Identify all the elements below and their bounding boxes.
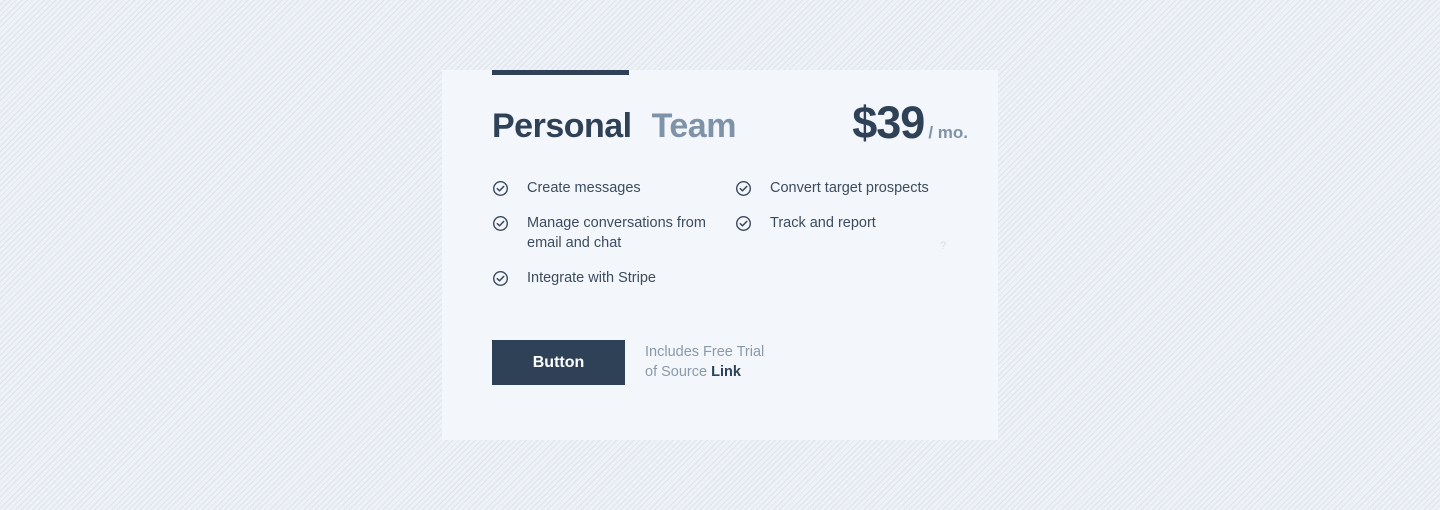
- feature-item: Track and report: [735, 213, 955, 233]
- trial-text-line2: of Source: [645, 364, 708, 380]
- feature-item: Convert target prospects: [735, 178, 955, 198]
- pricing-card: Personal Team $39 / mo. Create messages …: [442, 70, 998, 440]
- trial-text-line1: Includes Free Trial: [645, 344, 765, 360]
- source-link[interactable]: Link: [711, 364, 741, 380]
- feature-column-right: Convert target prospects Track and repor…: [735, 178, 955, 248]
- tab-personal[interactable]: Personal: [492, 106, 632, 146]
- help-icon[interactable]: ?: [940, 240, 946, 252]
- feature-label: Convert target prospects: [770, 180, 929, 196]
- feature-column-left: Create messages Manage conversations fro…: [492, 178, 712, 303]
- check-circle-icon: [735, 215, 752, 232]
- feature-item: Integrate with Stripe: [492, 268, 712, 288]
- active-tab-indicator: [492, 70, 629, 75]
- price-period: / mo.: [928, 123, 968, 142]
- check-circle-icon: [492, 270, 509, 287]
- plan-tabs: Personal Team: [492, 106, 736, 146]
- check-circle-icon: [492, 215, 509, 232]
- price: $39 / mo.: [852, 98, 968, 148]
- feature-label: Create messages: [527, 180, 641, 196]
- check-circle-icon: [492, 180, 509, 197]
- tab-team[interactable]: Team: [652, 106, 737, 146]
- feature-label: Integrate with Stripe: [527, 270, 656, 286]
- feature-item: Manage conversations from email and chat: [492, 213, 712, 253]
- feature-label: Manage conversations from email and chat: [527, 215, 706, 251]
- check-circle-icon: [735, 180, 752, 197]
- trial-note: Includes Free Trial of Source Link: [645, 342, 764, 382]
- price-amount: $39: [852, 97, 925, 148]
- feature-item: Create messages: [492, 178, 712, 198]
- cta-button[interactable]: Button: [492, 340, 625, 385]
- feature-label: Track and report: [770, 215, 876, 231]
